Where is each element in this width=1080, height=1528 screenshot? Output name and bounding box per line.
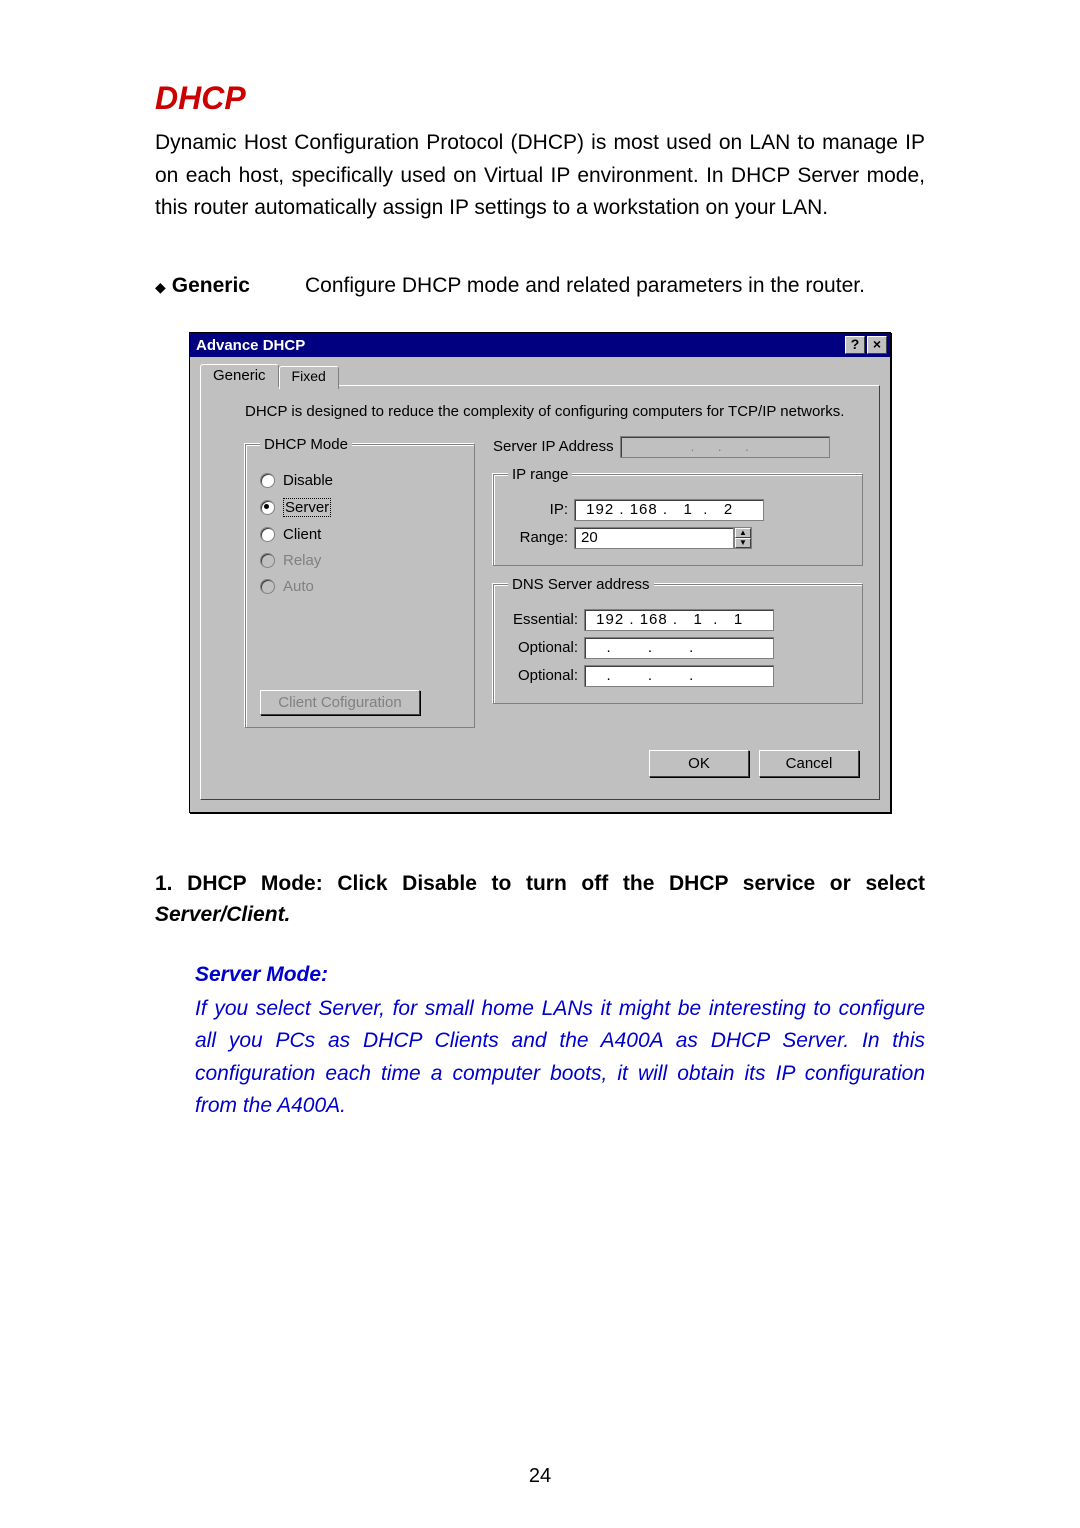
radio-disable-label: Disable <box>283 472 333 489</box>
tab-generic[interactable]: Generic <box>200 364 279 387</box>
range-spinner[interactable]: ▲ ▼ <box>734 527 752 549</box>
generic-bullet-row: ◆ Generic Configure DHCP mode and relate… <box>155 270 925 303</box>
radio-auto: Auto <box>260 578 464 595</box>
optional1-label: Optional: <box>508 639 578 656</box>
close-button[interactable]: × <box>867 336 887 354</box>
ip-label: IP: <box>508 501 568 518</box>
essential-label: Essential: <box>508 611 578 628</box>
dns-group-label: DNS Server address <box>508 576 654 593</box>
client-configuration-button: Client Cofiguration <box>260 690 420 715</box>
dialog-titlebar: Advance DHCP ? × <box>190 333 890 357</box>
numbered-text: 1. DHCP Mode: Click Disable to turn off … <box>155 872 925 895</box>
dialog-description: DHCP is designed to reduce the complexit… <box>245 402 863 422</box>
ip-range-group-label: IP range <box>508 466 572 483</box>
ip-input[interactable] <box>574 499 764 521</box>
dhcp-mode-group: DHCP Mode Disable Server <box>245 436 475 728</box>
section-title: DHCP <box>155 80 925 117</box>
radio-relay-label: Relay <box>283 552 321 569</box>
range-input[interactable] <box>574 527 734 549</box>
numbered-italic: Server/Client. <box>155 903 290 926</box>
radio-relay: Relay <box>260 552 464 569</box>
dialog-title: Advance DHCP <box>196 337 843 354</box>
tab-panel-generic: DHCP is designed to reduce the complexit… <box>200 385 880 800</box>
radio-icon <box>260 500 275 515</box>
help-button[interactable]: ? <box>845 336 865 354</box>
dns-optional2-input[interactable] <box>584 665 774 687</box>
dns-server-group: DNS Server address Essential: Optional: … <box>493 576 863 704</box>
server-ip-label: Server IP Address <box>493 438 614 455</box>
tab-strip: Generic Fixed <box>200 363 880 386</box>
server-mode-paragraph: If you select Server, for small home LAN… <box>195 993 925 1123</box>
radio-icon <box>260 527 275 542</box>
radio-auto-label: Auto <box>283 578 314 595</box>
ip-range-group: IP range IP: Range: ▲ <box>493 466 863 566</box>
radio-client-label: Client <box>283 526 321 543</box>
radio-icon <box>260 553 275 568</box>
server-mode-heading: Server Mode: <box>195 963 925 987</box>
dhcp-mode-group-label: DHCP Mode <box>260 436 352 453</box>
cancel-button[interactable]: Cancel <box>759 750 859 777</box>
tab-fixed[interactable]: Fixed <box>279 366 339 389</box>
advance-dhcp-dialog: Advance DHCP ? × Generic Fixed DHCP is d… <box>189 332 891 813</box>
generic-label: Generic <box>172 270 250 303</box>
server-ip-field: . . . <box>620 436 830 458</box>
radio-client[interactable]: Client <box>260 526 464 543</box>
dns-optional1-input[interactable] <box>584 637 774 659</box>
radio-server-label: Server <box>283 498 331 517</box>
generic-description: Configure DHCP mode and related paramete… <box>305 270 925 303</box>
optional2-label: Optional: <box>508 667 578 684</box>
intro-paragraph: Dynamic Host Configuration Protocol (DHC… <box>155 127 925 225</box>
ok-button[interactable]: OK <box>649 750 749 777</box>
spinner-down-icon[interactable]: ▼ <box>735 538 751 548</box>
radio-disable[interactable]: Disable <box>260 472 464 489</box>
range-label: Range: <box>508 529 568 546</box>
page-number: 24 <box>0 1465 1080 1488</box>
spinner-up-icon[interactable]: ▲ <box>735 528 751 538</box>
bullet-diamond-icon: ◆ <box>155 275 166 300</box>
numbered-item-1: 1. DHCP Mode: Click Disable to turn off … <box>155 868 925 931</box>
radio-icon <box>260 579 275 594</box>
radio-icon <box>260 473 275 488</box>
dns-essential-input[interactable] <box>584 609 774 631</box>
radio-server[interactable]: Server <box>260 498 464 517</box>
